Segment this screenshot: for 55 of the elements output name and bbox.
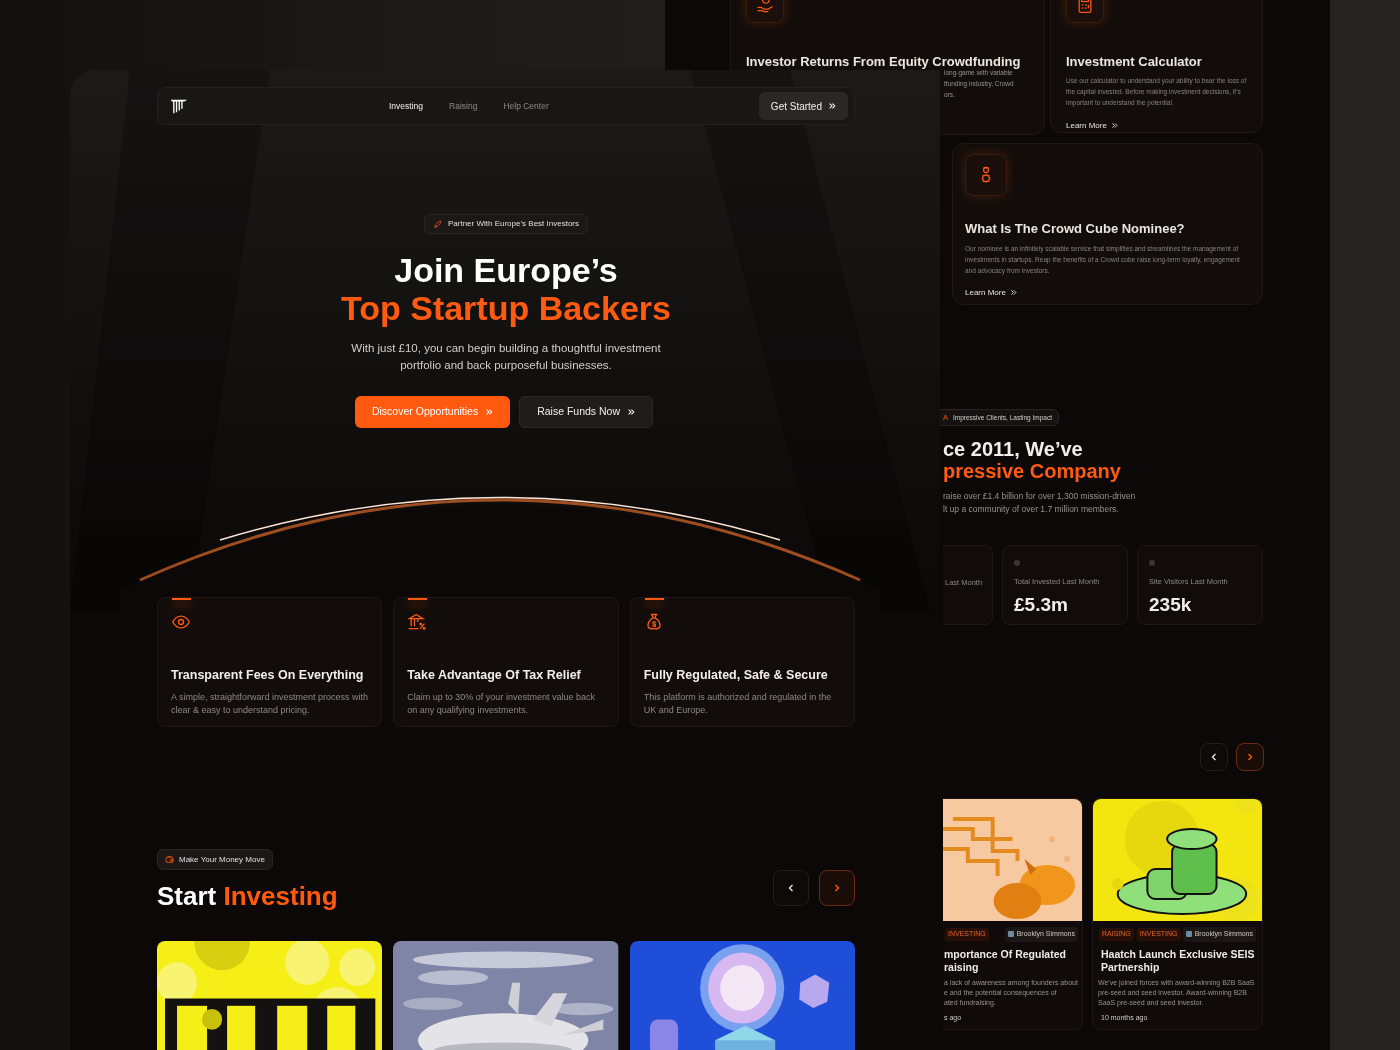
section-heading-line: pressive Company [943,460,1121,482]
previous-button[interactable] [1200,743,1228,771]
avatar [1185,931,1192,938]
double-chevron-icon [1110,122,1118,129]
hero-text: With just £10, you can begin building a thoughtful investment portfolio and back purposeful businesses. [350,341,662,373]
avatar [1007,931,1014,938]
article-title-line: Partnership [1101,960,1160,974]
card-title: What Is The Crowd Cube Nominee? [965,220,1186,238]
bank-percent-icon [407,612,428,632]
coin-hand-icon [755,0,775,14]
section-text-line: lt up a community of over 1.7 million members. [943,503,1119,516]
wallet-icon [165,855,174,864]
double-chevron-icon [1009,289,1017,296]
double-chevron-icon [485,408,494,416]
card-title: Investor Returns From Equity Crowdfunding [746,53,1022,70]
logo-icon[interactable] [170,97,188,115]
hero-badge: Partner With Europe’s Best Investors [424,214,588,234]
feature-text: This platform is authorized and regulated in the UK and Europe. [643,690,833,717]
section-badge: Make Your Money Move [157,849,273,870]
article-title-line: Haatch Launch Exclusive SEIS [1101,947,1255,961]
hero-title-line: Join Europe’s [394,251,618,289]
raise-funds-button[interactable]: Raise Funds Now [519,396,654,428]
feature-title: Take Advantage Of Tax Relief [407,667,582,684]
accent-mark [408,598,428,600]
next-button[interactable] [819,870,855,906]
article-title-line: mportance Of Regulated [944,947,1066,961]
double-chevron-icon [828,102,836,110]
chevron-right-icon [1245,752,1255,762]
accent-mark [172,598,191,600]
learn-more-link[interactable]: Learn More [1066,119,1118,132]
double-chevron-icon [627,408,636,416]
previous-button[interactable] [773,870,809,906]
section-text-line: raise over £1.4 billion for over 1,300 mission-driven [943,490,1136,503]
nav-link[interactable]: Help Center [503,99,549,113]
stat-value: £5.3m [1014,593,1068,618]
learn-more-link[interactable]: Learn More [965,286,1017,299]
nav-link[interactable]: Investing [389,99,424,113]
rocket-icon [433,219,442,229]
hero-title-line: Top Startup Backers [341,289,671,327]
article-title-line: raising [944,960,979,974]
stat-value: 235k [1149,593,1192,618]
section-heading-line: ce 2011, We’ve [943,438,1083,460]
chevron-right-icon [832,883,842,893]
feature-title: Transparent Fees On Everything [171,667,365,684]
chevron-left-icon [786,883,796,893]
nav-link[interactable]: Raising [449,99,478,113]
section-heading: Start Investing [157,880,338,912]
feature-text: Claim up to 30% of your investment value back on any qualifying investments. [407,690,596,717]
chevron-left-icon [1209,752,1219,762]
accent-mark [644,598,664,600]
card-title: Investment Calculator [1066,53,1203,71]
feature-title: Fully Regulated, Safe & Secure [643,667,829,684]
feature-text: A simple, straightforward investment process with clear & easy to understand pricing. [171,690,370,717]
next-button[interactable] [1236,743,1264,771]
get-started-button[interactable]: Get Started [758,92,848,120]
